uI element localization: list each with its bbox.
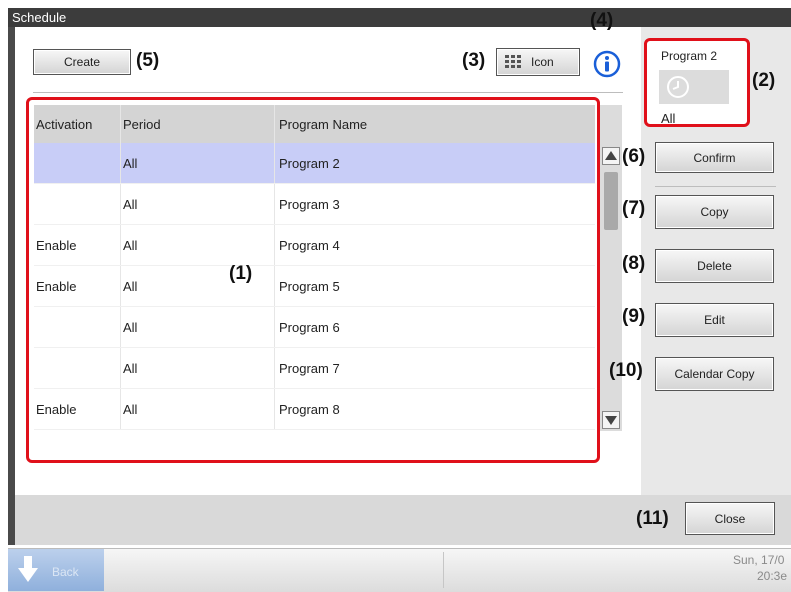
callout-9: (9): [622, 306, 646, 327]
back-arrow-icon: [18, 556, 38, 582]
taskbar: [8, 548, 791, 592]
callout-6: (6): [622, 146, 646, 167]
back-label: Back: [52, 565, 79, 579]
close-button[interactable]: Close: [685, 502, 775, 535]
side-divider: [655, 186, 776, 187]
icon-view-label: Icon: [531, 55, 554, 69]
bottom-bar: [15, 495, 791, 545]
callout-7: (7): [622, 198, 646, 219]
calendar-copy-button[interactable]: Calendar Copy: [655, 357, 774, 391]
icon-view-button[interactable]: Icon: [496, 48, 580, 76]
confirm-button[interactable]: Confirm: [655, 142, 774, 173]
info-icon[interactable]: [593, 50, 621, 78]
window-titlebar: Schedule: [8, 8, 791, 27]
taskbar-time: 20:3e: [757, 569, 788, 583]
callout-8: (8): [622, 253, 646, 274]
preview-period: All: [661, 111, 676, 126]
grid-icon: [505, 55, 521, 69]
back-button[interactable]: Back: [8, 549, 104, 591]
clock-icon: [667, 76, 689, 98]
callout-10: (10): [609, 360, 643, 381]
callout-3: (3): [462, 50, 486, 71]
callout-5: (5): [136, 50, 160, 71]
preview-thumbnail: [659, 70, 729, 104]
create-button[interactable]: Create: [33, 49, 131, 75]
callout-4: (4): [590, 10, 614, 31]
toolbar-divider: [33, 92, 623, 93]
scroll-down-icon[interactable]: [602, 411, 620, 429]
taskbar-date: Sun, 17/0: [733, 553, 785, 567]
callout-2: (2): [752, 70, 776, 91]
preview-program-name: Program 2: [661, 49, 718, 63]
callout-11: (11): [636, 508, 669, 529]
table-callout-box: [26, 97, 600, 463]
scroll-thumb[interactable]: [604, 172, 618, 230]
edit-button[interactable]: Edit: [655, 303, 774, 337]
window-title: Schedule: [12, 10, 67, 25]
taskbar-divider: [443, 552, 444, 588]
callout-1: (1): [229, 263, 253, 284]
copy-button[interactable]: Copy: [655, 195, 774, 229]
scroll-up-icon[interactable]: [602, 147, 620, 165]
delete-button[interactable]: Delete: [655, 249, 774, 283]
